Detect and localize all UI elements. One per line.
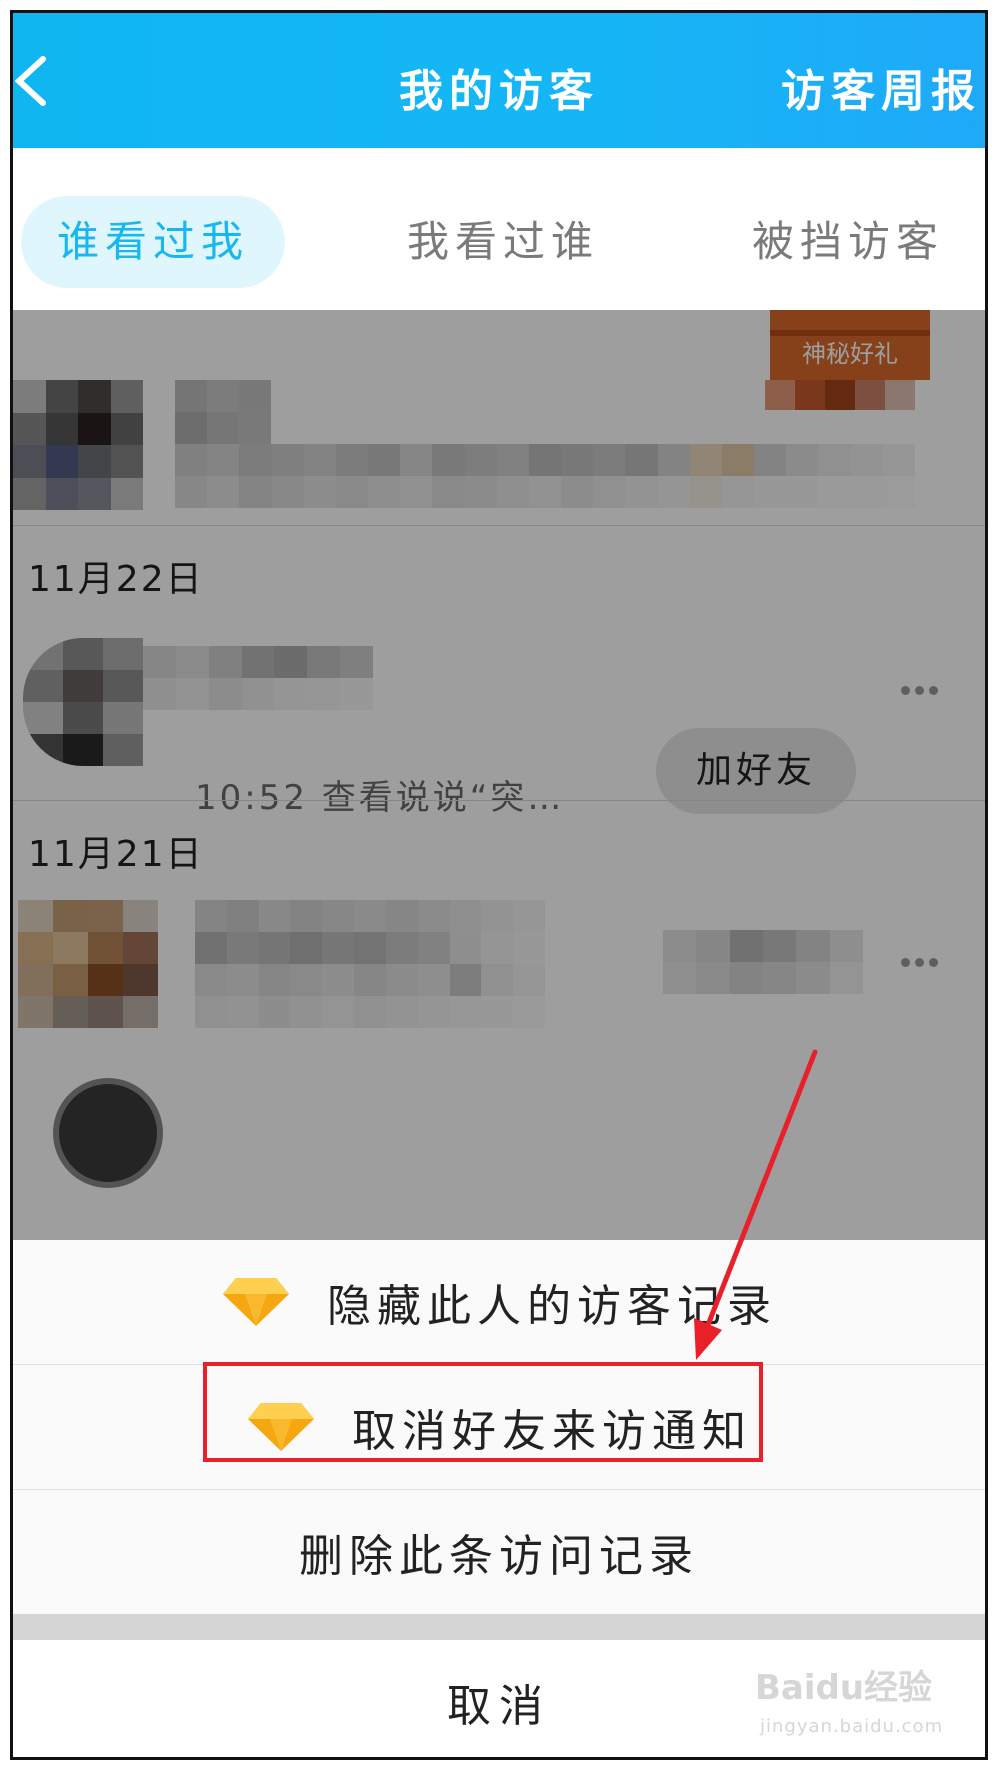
weekly-report-link[interactable]: 访客周报 [781, 55, 981, 119]
watermark-brand: Baidu经验 [755, 1668, 933, 1708]
app-screen: 我的访客 访客周报 谁看过我 我看过谁 被挡访客 神秘好礼 11月22日 10:… [10, 10, 988, 1760]
modal-backdrop[interactable] [13, 310, 985, 1240]
tab-who-i-viewed[interactable]: 我看过谁 [383, 196, 623, 288]
tab-who-viewed-me[interactable]: 谁看过我 [21, 196, 285, 288]
top-bar: 我的访客 访客周报 [13, 13, 985, 148]
sheet-separator [13, 1614, 985, 1640]
delete-visit-record-option[interactable]: 删除此条访问记录 [13, 1490, 985, 1614]
watermark-url: jingyan.baidu.com [760, 1716, 944, 1737]
hide-visitor-record-option[interactable]: 隐藏此人的访客记录 [13, 1240, 985, 1364]
diamond-vip-icon [223, 1278, 289, 1326]
tab-blocked-visitors[interactable]: 被挡访客 [728, 196, 968, 288]
tab-bar: 谁看过我 我看过谁 被挡访客 [13, 148, 985, 310]
highlight-box [203, 1362, 763, 1462]
option-label: 隐藏此人的访客记录 [327, 1281, 777, 1332]
